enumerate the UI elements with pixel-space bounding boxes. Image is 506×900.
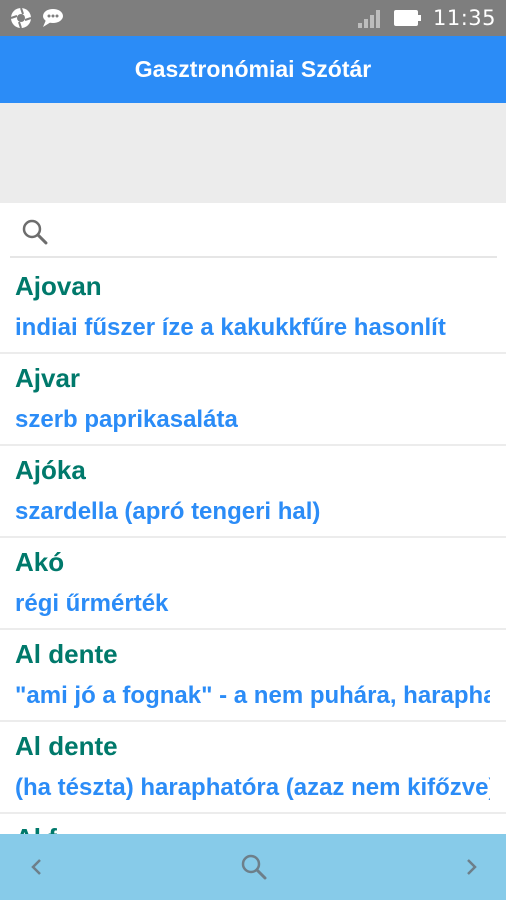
entry-term: Al dente [15, 639, 118, 669]
ad-banner-area [0, 103, 506, 203]
list-item[interactable]: Al f... [0, 814, 506, 834]
entry-definition: szerb paprikasaláta [15, 406, 238, 433]
entry-definition: "ami jó a fognak" - a nem puhára, haraph… [15, 682, 490, 709]
chevron-right-icon[interactable] [456, 852, 486, 882]
entry-definition: (ha tészta) haraphatóra (azaz nem kifőzv… [15, 774, 490, 801]
entry-term: Ajóka [15, 455, 86, 485]
entry-term: Akó [15, 547, 65, 577]
status-bar: 11:35 [0, 0, 506, 36]
entry-definition: szardella (apró tengeri hal) [15, 498, 321, 525]
list-item[interactable]: Akó régi űrmérték [0, 538, 506, 630]
entry-term: Al f... [15, 823, 79, 834]
signal-icon [357, 10, 380, 28]
list-item[interactable]: Ajóka szardella (apró tengeri hal) [0, 446, 506, 538]
battery-icon [393, 10, 421, 26]
status-clock: 11:35 [432, 6, 496, 30]
list-item[interactable]: Al dente (ha tészta) haraphatóra (azaz n… [0, 722, 506, 814]
list-item[interactable]: Ajovan indiai fűszer íze a kakukkfűre ha… [0, 262, 506, 354]
entry-definition: indiai fűszer íze a kakukkfűre hasonlít [15, 314, 446, 341]
search-input[interactable] [49, 211, 497, 253]
list-item[interactable]: Ajvar szerb paprikasaláta [0, 354, 506, 446]
entry-term: Ajvar [15, 363, 81, 393]
bottom-nav [0, 834, 506, 900]
app-bar: Gasztronómiai Szótár [0, 36, 506, 103]
entry-term: Ajovan [15, 271, 102, 301]
app-title: Gasztronómiai Szótár [134, 56, 372, 82]
chevron-left-icon[interactable] [22, 852, 52, 882]
dictionary-list[interactable]: Ajovan indiai fűszer íze a kakukkfűre ha… [0, 262, 506, 834]
search-icon [22, 219, 48, 245]
aperture-icon [10, 7, 32, 29]
chat-bubble-icon [43, 9, 63, 27]
search-icon[interactable] [239, 852, 269, 882]
list-item[interactable]: Al dente "ami jó a fognak" - a nem puhár… [0, 630, 506, 722]
entry-term: Al dente [15, 731, 118, 761]
entry-definition: régi űrmérték [15, 590, 169, 617]
search-bar[interactable] [10, 208, 497, 258]
